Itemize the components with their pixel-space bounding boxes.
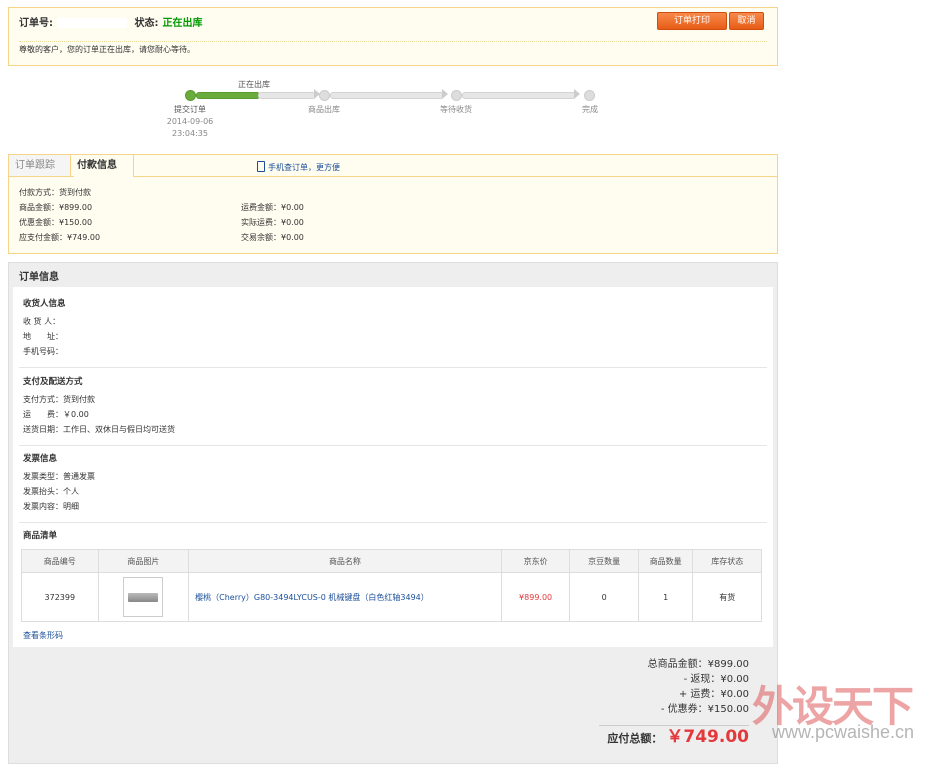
mobile-order-link[interactable]: 手机查订单，更方便	[257, 161, 340, 173]
step-dot-2	[319, 90, 330, 101]
invoice-title: 发票抬头：个人	[23, 487, 79, 496]
goods-qty: 1	[637, 572, 694, 622]
status-notice: 尊敬的客户，您的订单正在出库，请您耐心等待。	[19, 45, 195, 54]
progress-bar	[258, 92, 316, 99]
payment-info-box: 订单跟踪 付款信息 手机查订单，更方便 付款方式：货到付款 商品金额：¥899.…	[8, 154, 778, 254]
view-barcode-link[interactable]: 查看条形码	[23, 630, 63, 641]
step-dot-4	[584, 90, 595, 101]
column-header: 库存状态	[692, 549, 762, 573]
goods-stock: 有货	[692, 572, 762, 622]
step-submit-time: 23:04:35	[172, 129, 208, 138]
receiver-address: 地 址：	[23, 332, 63, 341]
order-totals: 总商品金额：¥899.00 - 返现：¥0.00 + 运费：¥0.00 - 优惠…	[599, 657, 749, 746]
step-submit-date: 2014-09-06	[166, 117, 214, 126]
order-info-box: 订单信息 收货人信息 收 货 人： 地 址： 手机号码： 支付及配送方式 支付方…	[8, 262, 778, 764]
keyboard-thumbnail[interactable]	[123, 577, 164, 617]
site-watermark: 外设天下 www.pcwaishe.cn	[752, 673, 922, 743]
transaction-balance: 交易余额：¥0.00	[241, 233, 304, 242]
shipping-amount: 运费金额：¥0.00	[241, 203, 304, 212]
divider	[19, 522, 767, 523]
receiver-heading: 收货人信息	[23, 299, 66, 309]
divider	[19, 367, 767, 368]
step-label-outbound: 商品出库	[308, 105, 340, 114]
delivery-date: 送货日期：工作日、双休日与假日均可送货	[23, 425, 175, 434]
step-label-await: 等待收货	[440, 105, 472, 114]
goods-section: 商品清单	[23, 529, 763, 546]
divider	[19, 445, 767, 446]
discount-amount: 优惠金额：¥150.00	[19, 218, 93, 227]
status-label: 状态:	[134, 18, 159, 29]
order-progress: 正在出库 提交订单 2014-09-06 23:04:35 商品出库 等待收货 完…	[160, 76, 640, 146]
divider	[19, 41, 767, 42]
cashback: - 返现：¥0.00	[683, 674, 749, 685]
column-header: 京豆数量	[569, 549, 639, 573]
coupon: - 优惠券：¥150.00	[660, 704, 749, 715]
divider	[599, 725, 749, 726]
payment-left-list: 付款方式：货到付款 商品金额：¥899.00 优惠金额：¥150.00 应支付金…	[19, 185, 100, 245]
actual-shipping: 实际运费：¥0.00	[241, 218, 304, 227]
watermark-url: www.pcwaishe.cn	[772, 722, 915, 742]
column-header: 京东价	[500, 549, 571, 573]
progress-bar-done	[196, 92, 260, 99]
grand-total-value: ￥749.00	[666, 727, 749, 747]
invoice-section: 发票信息 发票类型：普通发票 发票抬头：个人 发票内容：明细	[23, 452, 763, 514]
goods-table: 商品编号 商品图片 商品名称 京东价 京豆数量 商品数量 库存状态 372399…	[21, 549, 762, 622]
order-header-row: 订单号: 状态: 正在出库	[19, 14, 202, 29]
shipping-fee: 运 费：￥0.00	[23, 410, 89, 419]
cancel-order-button[interactable]: 取消	[729, 12, 764, 30]
step-label-submit: 提交订单	[174, 105, 206, 114]
step-label-complete: 完成	[582, 105, 598, 114]
grand-total: 应付总额： ￥749.00	[599, 727, 749, 747]
step-dot-3	[451, 90, 462, 101]
goods-price: ¥899.00	[500, 572, 571, 622]
order-info-title: 订单信息	[19, 272, 59, 283]
table-header-row: 商品编号 商品图片 商品名称 京东价 京豆数量 商品数量 库存状态	[21, 549, 762, 573]
shipping-heading: 支付及配送方式	[23, 377, 83, 387]
shipping-payment-method: 支付方式：货到付款	[23, 395, 95, 404]
receiver-phone: 手机号码：	[23, 347, 63, 356]
step-submit-datetime: 2014-09-06 23:04:35	[160, 116, 220, 140]
invoice-content: 发票内容：明细	[23, 502, 79, 511]
invoice-heading: 发票信息	[23, 454, 58, 464]
column-header: 商品名称	[188, 549, 502, 573]
arrow-icon	[574, 89, 580, 99]
amount-due: 应支付金额：¥749.00	[19, 233, 101, 242]
step-dot-1	[185, 90, 196, 101]
order-number-value	[57, 18, 127, 28]
progress-current-label: 正在出库	[238, 80, 270, 89]
payment-method: 付款方式：货到付款	[19, 188, 91, 197]
goods-beans: 0	[569, 572, 639, 622]
goods-name-link[interactable]: 樱桃（Cherry）G80-3494LYCUS-0 机械键盘（白色红轴3494）	[188, 572, 502, 622]
order-number-label: 订单号:	[19, 18, 53, 29]
goods-heading: 商品清单	[23, 531, 58, 541]
invoice-type: 发票类型：普通发票	[23, 472, 95, 481]
goods-id: 372399	[21, 572, 99, 622]
table-row: 372399 樱桃（Cherry）G80-3494LYCUS-0 机械键盘（白色…	[21, 572, 762, 622]
mobile-order-link-text: 手机查订单，更方便	[268, 163, 340, 172]
total-goods-amount: 总商品金额：¥899.00	[647, 659, 749, 670]
grand-total-label: 应付总额：	[607, 732, 663, 745]
goods-amount: 商品金额：¥899.00	[19, 203, 93, 212]
goods-image-cell	[97, 572, 190, 622]
tab-payment-info[interactable]: 付款信息	[70, 155, 134, 176]
shipping-total: + 运费：¥0.00	[678, 689, 749, 700]
shipping-section: 支付及配送方式 支付方式：货到付款 运 费：￥0.00 送货日期：工作日、双休日…	[23, 375, 763, 437]
receiver-name: 收 货 人：	[23, 317, 61, 326]
payment-right-list: 运费金额：¥0.00 实际运费：¥0.00 交易余额：¥0.00	[241, 200, 304, 245]
arrow-icon	[442, 89, 448, 99]
print-order-button[interactable]: 订单打印	[657, 12, 727, 30]
column-header: 商品数量	[637, 549, 694, 573]
phone-icon	[257, 161, 265, 172]
progress-bar	[330, 92, 444, 99]
order-status-box: 订单号: 状态: 正在出库 订单打印 取消 尊敬的客户，您的订单正在出库，请您耐心…	[8, 7, 778, 66]
tab-divider	[133, 176, 777, 177]
column-header: 商品图片	[97, 549, 190, 573]
tab-order-tracking[interactable]: 订单跟踪	[9, 155, 74, 177]
column-header: 商品编号	[21, 549, 99, 573]
receiver-section: 收货人信息 收 货 人： 地 址： 手机号码：	[23, 297, 763, 359]
progress-bar	[462, 92, 576, 99]
status-value: 正在出库	[162, 18, 203, 29]
